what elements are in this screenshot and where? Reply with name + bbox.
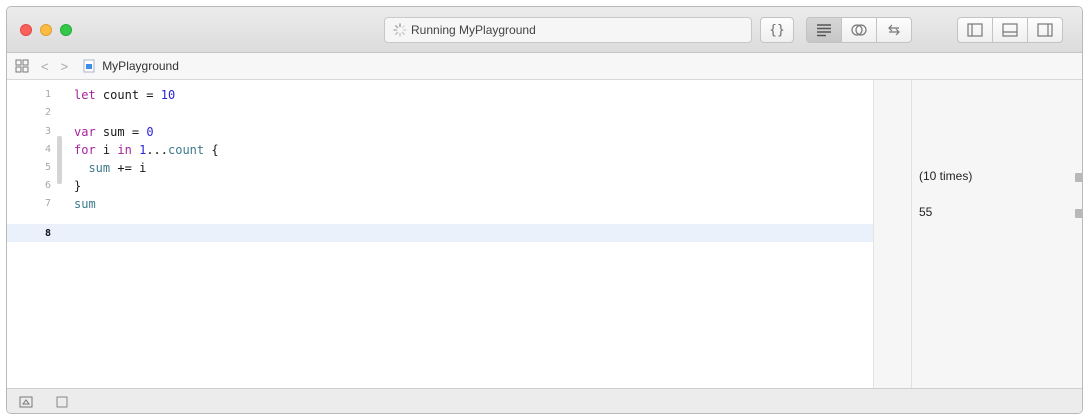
breadcrumb-file-name[interactable]: MyPlayground	[102, 59, 179, 73]
result-value[interactable]: (10 times)	[919, 169, 972, 183]
show-debug-area-icon[interactable]	[19, 396, 33, 408]
code-token: count	[102, 88, 140, 102]
code-token: count	[168, 143, 205, 157]
keyword-token: var	[74, 125, 96, 139]
forward-arrow-button[interactable]: >	[61, 59, 69, 74]
title-bar: Running MyPlayground {}	[7, 7, 1082, 53]
code-token: +	[117, 161, 125, 175]
current-line-highlight	[7, 224, 873, 242]
results-divider	[911, 80, 912, 388]
code-text[interactable]: let count = 10	[74, 87, 175, 103]
minimize-window-button[interactable]	[40, 24, 52, 36]
zoom-window-button[interactable]	[60, 24, 72, 36]
assistant-editor-button[interactable]	[841, 17, 877, 43]
status-text: Running MyPlayground	[411, 23, 536, 37]
code-token: sum	[74, 197, 96, 211]
utilities-panel-icon	[1037, 23, 1053, 37]
version-editor-button[interactable]	[876, 17, 912, 43]
code-token: sum	[102, 125, 125, 139]
code-text[interactable]: }	[74, 178, 81, 194]
playground-file-icon	[83, 59, 95, 73]
related-items-grid-icon[interactable]	[15, 59, 29, 73]
braces-button[interactable]: {}	[760, 17, 794, 43]
source-editor[interactable]: 1 2 3 4 5 6 7 8 let count = 10 var sum =…	[7, 80, 873, 388]
navigator-panel-icon	[967, 23, 983, 37]
quick-look-icon[interactable]	[1075, 173, 1082, 182]
code-token: {	[211, 143, 219, 157]
playground-window: Running MyPlayground {} < > MyPlayground…	[6, 6, 1083, 414]
code-text[interactable]: for i in 1...count {	[74, 142, 219, 158]
spinner-icon	[393, 23, 407, 37]
keyword-token: for	[74, 143, 96, 157]
code-token: =	[124, 161, 132, 175]
debug-panel-button[interactable]	[992, 17, 1028, 43]
code-text[interactable]: var sum = 0	[74, 124, 154, 140]
standard-editor-icon	[817, 24, 831, 37]
result-value[interactable]: 55	[919, 205, 932, 219]
number-token: 10	[160, 88, 176, 102]
back-arrow-button[interactable]: <	[41, 59, 49, 74]
utilities-panel-button[interactable]	[1027, 17, 1063, 43]
bottom-bar	[7, 388, 1082, 413]
standard-editor-button[interactable]	[806, 17, 842, 43]
quick-look-icon[interactable]	[1075, 209, 1082, 218]
number-token: 0	[146, 125, 154, 139]
keyword-token: let	[74, 88, 96, 102]
jump-bar: < > MyPlayground	[7, 53, 1082, 80]
keyword-token: in	[117, 143, 132, 157]
code-text[interactable]: sum	[74, 196, 96, 212]
console-toggle-icon[interactable]	[55, 396, 69, 408]
code-token: }	[74, 179, 82, 193]
close-window-button[interactable]	[20, 24, 32, 36]
code-text[interactable]: sum += i	[74, 160, 146, 176]
code-token: i	[139, 161, 147, 175]
assistant-editor-icon	[851, 24, 867, 36]
version-editor-icon	[888, 24, 900, 36]
code-token: ...	[146, 143, 168, 157]
braces-icon: {}	[769, 22, 785, 38]
activity-status: Running MyPlayground	[384, 17, 752, 43]
navigator-panel-button[interactable]	[957, 17, 993, 43]
code-token: sum	[88, 161, 111, 175]
code-token: =	[131, 125, 140, 139]
results-sidebar: (10 times) 55	[873, 80, 1082, 388]
debug-panel-icon	[1002, 23, 1018, 37]
code-token: =	[146, 88, 154, 102]
code-fold-ribbon[interactable]	[57, 136, 62, 184]
